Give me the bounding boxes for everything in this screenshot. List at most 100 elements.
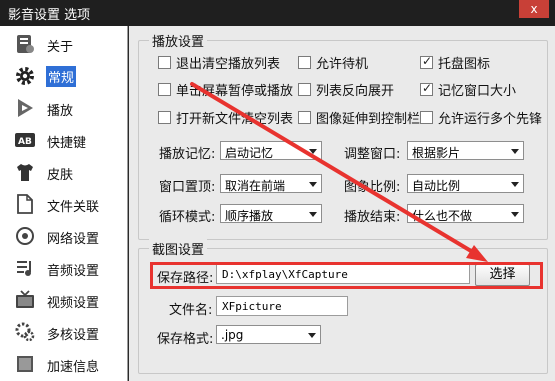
sidebar-item-label: 网络设置 <box>47 232 100 247</box>
sidebar-item-audio[interactable]: 音频设置 <box>0 252 128 284</box>
checkbox-box[interactable] <box>420 81 433 96</box>
aspect-ratio-label: 图象比例: <box>344 180 401 195</box>
sidebar-item-label: 播放 <box>47 104 74 119</box>
window-ontop-label: 窗口置顶: <box>159 180 216 195</box>
multicore-icon <box>14 321 36 343</box>
chevron-down-icon <box>511 182 519 187</box>
chevron-down-icon <box>309 212 317 217</box>
checkbox-label: 列表反向展开 <box>316 83 395 99</box>
window-ontop-select[interactable]: 取消在前端 <box>220 174 322 193</box>
checkbox-extend-image-to-controlbar[interactable]: 图像延伸到控制栏 <box>298 108 421 127</box>
play-end-label: 播放结束: <box>344 210 401 225</box>
checkbox-label: 打开新文件清空列表 <box>176 111 294 127</box>
checkbox-tray-icon[interactable]: 托盘图标 <box>420 53 491 72</box>
sidebar-item-skin[interactable]: 皮肤 <box>0 156 128 188</box>
select-value: 自动比例 <box>412 179 461 193</box>
aspect-ratio-select[interactable]: 自动比例 <box>407 174 524 193</box>
checkbox-remember-window-size[interactable]: 记忆窗口大小 <box>420 80 516 99</box>
sidebar-item-label: 加速信息 <box>47 360 100 375</box>
network-icon <box>14 225 36 247</box>
about-icon <box>14 33 36 55</box>
sidebar-item-file-assoc[interactable]: 文件关联 <box>0 188 128 220</box>
browse-button[interactable]: 选择 <box>475 264 530 286</box>
loop-mode-label: 循环模式: <box>159 210 216 225</box>
checkbox-allow-multiple-instances[interactable]: 允许运行多个先锋 <box>420 108 543 127</box>
checkbox-box[interactable] <box>298 82 311 96</box>
sidebar-item-shortcuts[interactable]: AB 快捷键 <box>0 124 128 156</box>
file-icon <box>14 193 36 215</box>
title-bar: 影音设置 选项 x <box>0 0 555 26</box>
sidebar-item-label: 关于 <box>47 40 74 55</box>
checkbox-box[interactable] <box>158 55 171 69</box>
checkbox-list-reverse[interactable]: 列表反向展开 <box>298 80 395 99</box>
play-icon <box>14 97 36 119</box>
gear-icon <box>14 65 36 87</box>
checkbox-click-pause-play[interactable]: 单击屏幕暂停或播放 <box>158 80 294 99</box>
keyboard-ab-icon: AB <box>14 129 36 151</box>
checkbox-box[interactable] <box>420 54 433 69</box>
loop-mode-select[interactable]: 顺序播放 <box>220 204 322 223</box>
sidebar-item-label: 多核设置 <box>47 328 100 343</box>
video-icon <box>14 289 36 311</box>
sidebar-item-multicore[interactable]: 多核设置 <box>0 316 128 348</box>
sidebar-item-play[interactable]: 播放 <box>0 92 128 124</box>
save-path-field[interactable]: D:\xfplay\XfCapture <box>216 264 470 284</box>
save-format-label: 保存格式: <box>157 332 214 347</box>
sidebar-item-label: 音频设置 <box>47 264 100 279</box>
filename-value: XFpicture <box>222 300 282 313</box>
checkbox-label: 允许运行多个先锋 <box>438 111 543 127</box>
checkbox-box[interactable] <box>420 110 433 124</box>
filename-label: 文件名: <box>169 303 213 318</box>
sidebar-item-general[interactable]: 常规 <box>0 60 128 92</box>
select-value: 根据影片 <box>412 146 461 160</box>
sidebar-item-accelerate[interactable]: 加速信息 <box>0 348 128 380</box>
checkbox-box[interactable] <box>298 55 311 69</box>
checkbox-box[interactable] <box>158 110 171 124</box>
chevron-down-icon <box>308 333 316 338</box>
screenshot-settings-title: 截图设置 <box>149 239 208 258</box>
settings-panel: 播放设置 退出清空播放列表 允许待机 托盘图标 单击屏幕暂停或播放 列表反向展开… <box>129 26 555 381</box>
chevron-down-icon <box>309 182 317 187</box>
save-path-label: 保存路径: <box>157 271 214 286</box>
audio-icon <box>14 257 36 279</box>
save-path-value: D:\xfplay\XfCapture <box>222 268 348 281</box>
select-value: 顺序播放 <box>225 209 274 223</box>
checkbox-allow-standby[interactable]: 允许待机 <box>298 53 369 72</box>
sidebar-item-network[interactable]: 网络设置 <box>0 220 128 252</box>
chevron-down-icon <box>511 212 519 217</box>
window-title: 影音设置 选项 <box>8 8 91 23</box>
play-end-select[interactable]: 什么也不做 <box>407 204 524 223</box>
filename-field[interactable]: XFpicture <box>216 296 348 316</box>
chevron-down-icon <box>511 149 519 154</box>
select-value: 取消在前端 <box>225 179 286 193</box>
sidebar-item-label: 视频设置 <box>47 296 100 311</box>
playback-settings-title: 播放设置 <box>149 31 208 50</box>
tshirt-icon <box>14 161 36 183</box>
adjust-window-label: 调整窗口: <box>344 147 401 162</box>
sidebar-item-video[interactable]: 视频设置 <box>0 284 128 316</box>
sidebar: 关于 常规 播放 AB 快捷键 皮肤 文件关联 网络设置 音频设置 视频设置 多… <box>0 26 128 381</box>
svg-text:AB: AB <box>18 137 32 147</box>
checkbox-label: 允许待机 <box>316 56 369 72</box>
checkbox-clear-list-on-open[interactable]: 打开新文件清空列表 <box>158 108 294 127</box>
adjust-window-select[interactable]: 根据影片 <box>407 141 524 160</box>
sidebar-item-about[interactable]: 关于 <box>0 28 128 60</box>
chevron-down-icon <box>309 149 317 154</box>
sidebar-item-label: 文件关联 <box>47 200 100 215</box>
accelerate-icon <box>14 353 36 375</box>
sidebar-item-label: 快捷键 <box>47 136 87 151</box>
checkbox-label: 托盘图标 <box>438 56 491 72</box>
save-format-select[interactable]: .jpg <box>216 325 321 344</box>
checkbox-box[interactable] <box>298 110 311 124</box>
play-memory-label: 播放记忆: <box>159 147 216 162</box>
play-memory-select[interactable]: 启动记忆 <box>220 141 322 160</box>
checkbox-label: 图像延伸到控制栏 <box>316 111 421 127</box>
checkbox-clear-list-on-exit[interactable]: 退出清空播放列表 <box>158 53 280 72</box>
select-value: .jpg <box>221 328 244 342</box>
sidebar-item-label: 皮肤 <box>47 168 74 183</box>
checkbox-box[interactable] <box>158 82 171 96</box>
checkbox-label: 单击屏幕暂停或播放 <box>176 83 294 99</box>
select-value: 启动记忆 <box>225 146 274 160</box>
select-value: 什么也不做 <box>412 209 473 223</box>
close-button[interactable]: x <box>519 0 549 18</box>
